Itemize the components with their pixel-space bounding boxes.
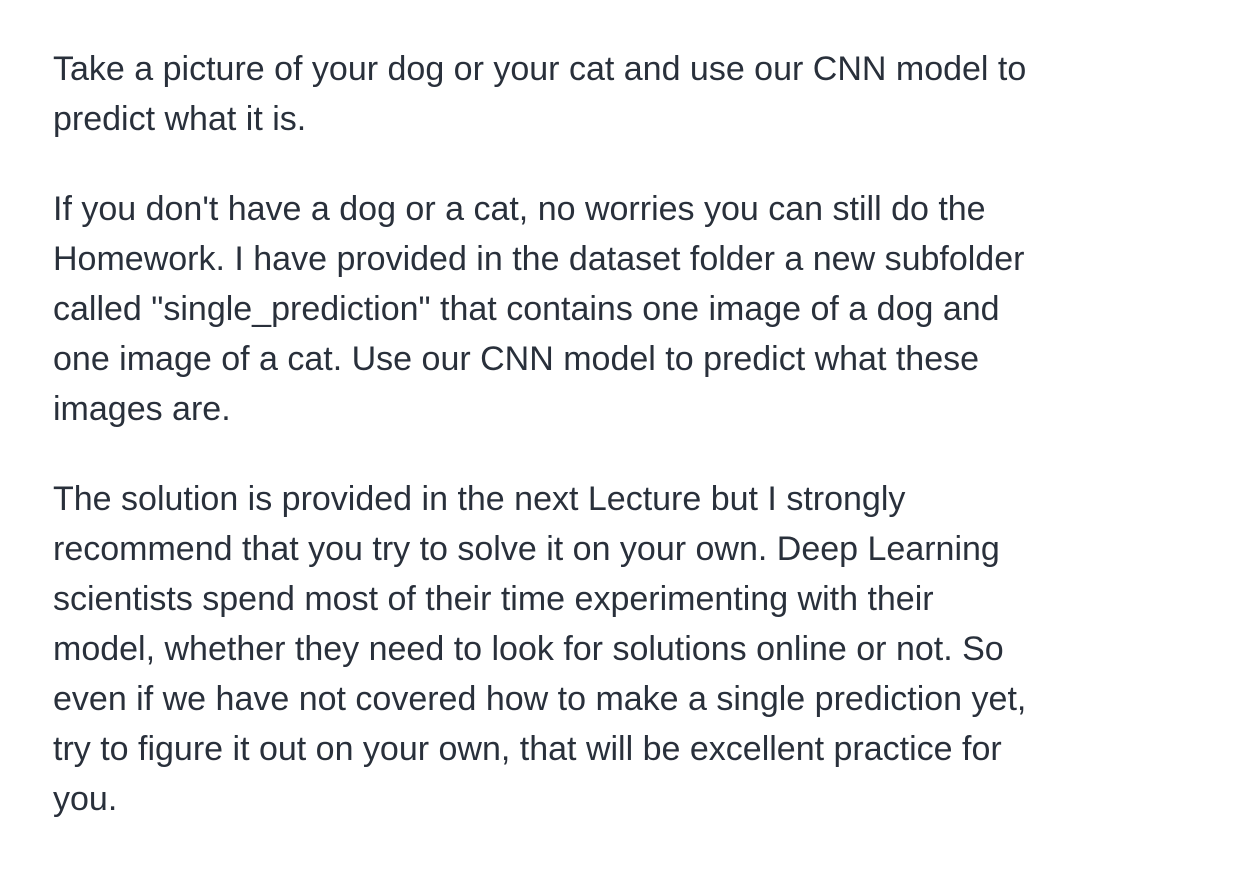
text-line: scientists spend most of their time expe… bbox=[53, 580, 934, 618]
text-line: If you don't have a dog or a cat, no wor… bbox=[53, 190, 986, 228]
text-line: even if we have not covered how to make … bbox=[53, 680, 1027, 718]
text-line: try to figure it out on your own, that w… bbox=[53, 730, 1002, 768]
instruction-paragraph-task: Take a picture of your dog or your cat a… bbox=[53, 44, 1163, 144]
text-line: recommend that you try to solve it on yo… bbox=[53, 530, 1000, 568]
text-line: predict what it is. bbox=[53, 100, 307, 138]
text-line: The solution is provided in the next Lec… bbox=[53, 480, 906, 518]
text-line: one image of a cat. Use our CNN model to… bbox=[53, 340, 980, 378]
instruction-paragraph-solution: The solution is provided in the next Lec… bbox=[53, 474, 1163, 824]
instruction-paragraph-dataset: If you don't have a dog or a cat, no wor… bbox=[53, 184, 1163, 434]
text-line: images are. bbox=[53, 390, 231, 428]
text-line: called "single_prediction" that contains… bbox=[53, 290, 1000, 328]
text-line: Homework. I have provided in the dataset… bbox=[53, 240, 1025, 278]
text-line: Take a picture of your dog or your cat a… bbox=[53, 50, 1027, 88]
text-line: model, whether they need to look for sol… bbox=[53, 630, 1004, 668]
homework-instructions: Take a picture of your dog or your cat a… bbox=[53, 44, 1163, 824]
text-line: you. bbox=[53, 780, 118, 818]
